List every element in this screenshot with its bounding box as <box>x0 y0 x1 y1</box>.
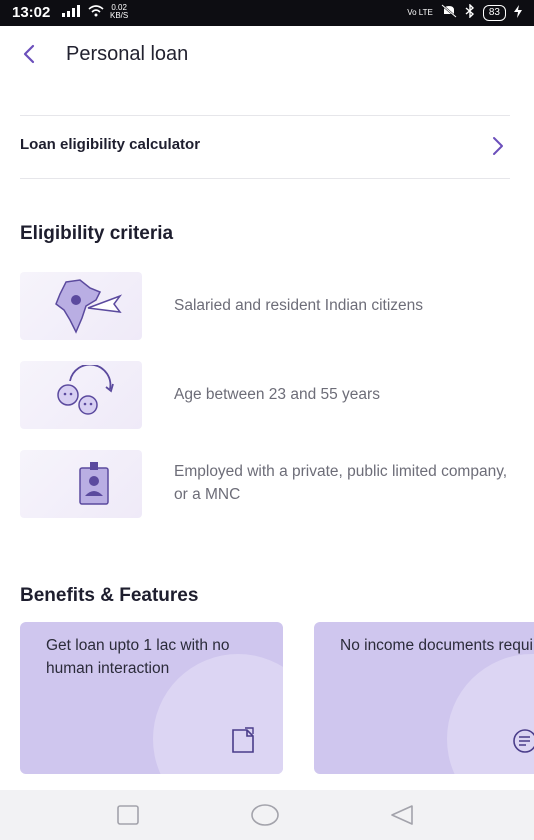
benefit-card[interactable]: No income documents required <box>314 622 534 774</box>
criteria-item: Age between 23 and 55 years <box>20 361 520 429</box>
criteria-text: Employed with a private, public limited … <box>174 463 508 503</box>
benefits-carousel[interactable]: Get loan upto 1 lac with no human intera… <box>20 622 534 774</box>
criteria-text: Salaried and resident Indian citizens <box>174 297 424 314</box>
document-icon <box>229 726 257 760</box>
divider <box>20 178 510 179</box>
criteria-text: Age between 23 and 55 years <box>174 386 380 403</box>
page-title: Personal loan <box>66 43 189 65</box>
benefit-card-text: Get loan upto 1 lac with no human intera… <box>46 637 230 677</box>
bluetooth-icon <box>465 3 475 21</box>
criteria-item: Salaried and resident Indian citizens <box>20 272 520 340</box>
volte-indicator: Vo LTE <box>407 7 433 17</box>
recents-icon[interactable] <box>116 804 140 830</box>
age-faces-icon <box>20 361 142 429</box>
benefits-title: Benefits & Features <box>20 585 199 606</box>
india-map-icon <box>20 272 142 340</box>
home-icon[interactable] <box>250 804 280 830</box>
data-speed: 0.02 KB/S <box>110 3 129 20</box>
mute-icon <box>441 4 457 21</box>
status-bar: 13:02 0.02 KB/S Vo LTE 83 <box>0 0 534 26</box>
system-nav-bar <box>0 790 534 840</box>
benefit-card-text: No income documents required <box>340 637 534 654</box>
app-header: Personal loan <box>0 26 534 86</box>
chevron-right-icon <box>488 134 508 158</box>
paper-icon <box>510 726 534 760</box>
battery-level: 83 <box>482 4 506 21</box>
signal-icon <box>62 4 82 20</box>
status-time: 13:02 <box>12 4 51 21</box>
id-badge-icon <box>20 450 142 518</box>
eligibility-title: Eligibility criteria <box>20 223 174 244</box>
chevron-left-icon[interactable] <box>18 42 42 66</box>
back-triangle-icon[interactable] <box>388 804 416 830</box>
charging-icon <box>514 4 522 21</box>
calculator-label: Loan eligibility calculator <box>20 136 201 153</box>
benefit-card[interactable]: Get loan upto 1 lac with no human intera… <box>20 622 283 774</box>
criteria-item: Employed with a private, public limited … <box>20 450 520 518</box>
loan-eligibility-calculator-row[interactable]: Loan eligibility calculator <box>20 116 510 178</box>
wifi-icon <box>88 4 104 20</box>
